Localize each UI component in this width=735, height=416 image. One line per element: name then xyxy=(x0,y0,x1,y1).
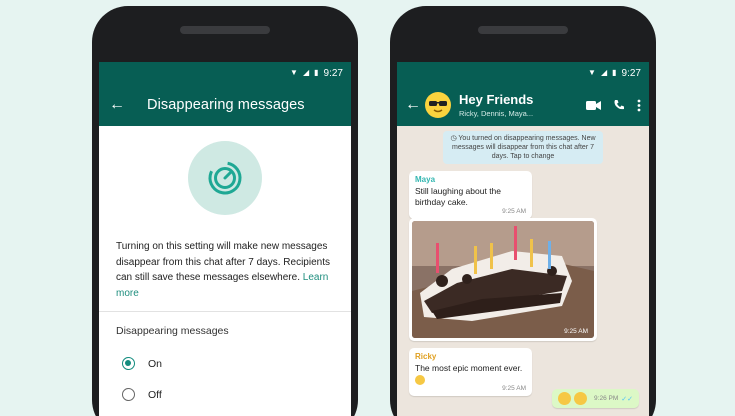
message-time: 9:25 AM xyxy=(502,385,526,392)
signal-icon: ◢ xyxy=(302,68,310,77)
chat-area[interactable]: ◷ You turned on disappearing messages. N… xyxy=(397,126,649,416)
divider xyxy=(99,311,351,312)
wifi-icon: ▼ xyxy=(290,68,298,77)
system-message-text: You turned on disappearing messages. New… xyxy=(451,135,596,160)
phone-speaker xyxy=(180,26,270,34)
outgoing-message[interactable]: 9:26 PM ✓✓ xyxy=(552,389,639,408)
back-arrow-icon[interactable]: ← xyxy=(109,96,135,114)
status-time: 9:27 xyxy=(323,67,343,79)
wifi-icon: ▼ xyxy=(588,68,596,77)
option-on[interactable]: On xyxy=(99,357,351,370)
photo-message[interactable]: 9:25 AM xyxy=(409,218,597,341)
group-avatar[interactable] xyxy=(425,92,451,118)
chat-header-info[interactable]: Hey Friends Ricky, Dennis, Maya... xyxy=(459,92,574,118)
group-name: Hey Friends xyxy=(459,92,534,107)
signal-icon: ◢ xyxy=(600,68,608,77)
read-receipt-icon: ✓✓ xyxy=(621,395,633,403)
phone-right: ▼ ◢ ▮ 9:27 ← Hey Friends Ricky, Dennis, … xyxy=(390,6,656,416)
status-bar: ▼ ◢ ▮ 9:27 xyxy=(99,62,351,84)
laughing-emoji-icon xyxy=(574,392,588,405)
battery-icon: ▮ xyxy=(314,68,319,77)
option-off[interactable]: Off xyxy=(99,388,351,401)
video-call-icon[interactable] xyxy=(586,100,601,111)
message-time: 9:25 AM xyxy=(502,208,526,215)
grimace-emoji-icon xyxy=(558,392,572,405)
cake-photo: 9:25 AM xyxy=(412,221,594,338)
laughing-emoji-icon xyxy=(415,374,425,385)
system-message[interactable]: ◷ You turned on disappearing messages. N… xyxy=(443,131,603,164)
sender-name: Ricky xyxy=(415,352,437,361)
radio-on[interactable] xyxy=(122,357,135,370)
group-members: Ricky, Dennis, Maya... xyxy=(459,109,534,118)
battery-icon: ▮ xyxy=(612,68,617,77)
message-ricky[interactable]: Ricky The most epic moment ever. 9:25 AM xyxy=(409,348,532,396)
phone-left: ▼ ◢ ▮ 9:27 ← Disappearing messages Turni… xyxy=(92,6,358,416)
radio-off[interactable] xyxy=(122,388,135,401)
back-arrow-icon[interactable]: ← xyxy=(405,96,421,114)
message-text-content: The most epic moment ever. xyxy=(415,363,523,373)
settings-screen: ▼ ◢ ▮ 9:27 ← Disappearing messages Turni… xyxy=(99,62,351,416)
message-text: Still laughing about the birthday cake. xyxy=(415,186,502,207)
status-bar: ▼ ◢ ▮ 9:27 xyxy=(397,62,649,84)
option-off-label: Off xyxy=(148,388,162,401)
message-time: 9:26 PM xyxy=(594,395,619,402)
phone-speaker xyxy=(478,26,568,34)
sender-name: Maya xyxy=(415,175,436,184)
photo-time: 9:25 AM xyxy=(564,328,588,335)
chat-screen: ▼ ◢ ▮ 9:27 ← Hey Friends Ricky, Dennis, … xyxy=(397,62,649,416)
phone-icon[interactable] xyxy=(613,99,625,111)
more-options-icon[interactable] xyxy=(637,99,641,112)
option-on-label: On xyxy=(148,357,163,370)
message-text: The most epic moment ever. xyxy=(415,363,526,385)
message-maya[interactable]: Maya Still laughing about the birthday c… xyxy=(409,171,532,219)
timer-icon xyxy=(188,141,262,215)
section-label: Disappearing messages xyxy=(116,325,229,337)
page-title: Disappearing messages xyxy=(147,97,305,113)
timer-small-icon: ◷ xyxy=(450,135,457,142)
status-time: 9:27 xyxy=(621,67,641,79)
settings-app-bar: ← Disappearing messages xyxy=(99,84,351,126)
setting-description: Turning on this setting will make new me… xyxy=(99,239,351,301)
chat-app-bar: ← Hey Friends Ricky, Dennis, Maya... xyxy=(397,84,649,126)
description-text: Turning on this setting will make new me… xyxy=(116,241,330,283)
